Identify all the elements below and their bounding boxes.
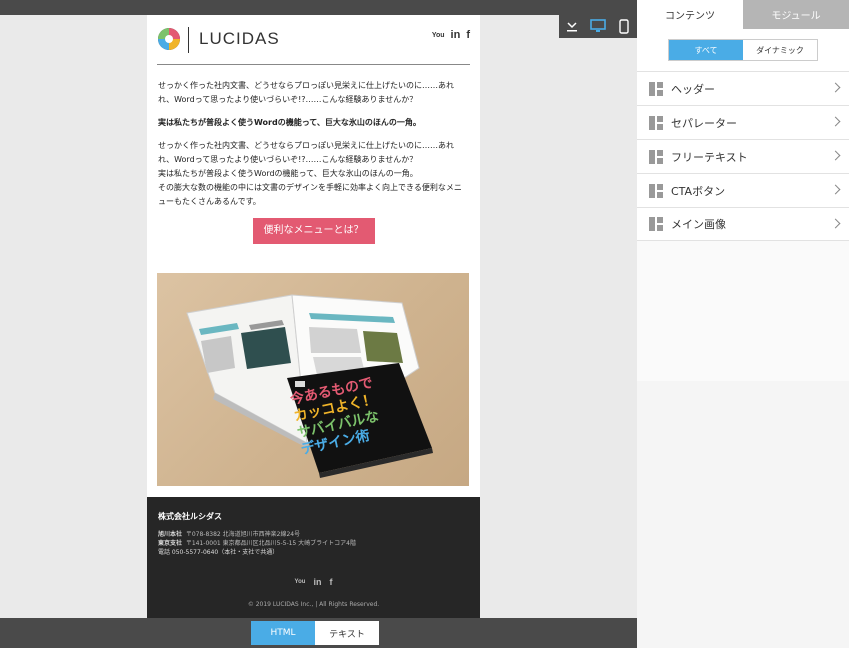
social-icons-footer: You in f <box>147 577 480 588</box>
bold-paragraph: 実は私たちが普段よく使うWordの機能って、巨大な氷山のほんの一角。 <box>158 118 421 127</box>
module-label: セパレーター <box>671 116 737 130</box>
panel-tabs: コンテンツ モジュール <box>637 0 849 29</box>
linkedin-icon[interactable]: in <box>313 577 321 588</box>
intro-paragraph: せっかく作った社内文書、どうせならプロっぽい見栄えに仕上げたいのに……あれれ、W… <box>158 81 454 104</box>
html-mode-button[interactable]: HTML <box>251 621 315 645</box>
module-item-cta-button[interactable]: CTAボタン <box>637 173 849 207</box>
module-item-main-image[interactable]: メイン画像 <box>637 207 849 241</box>
device-switcher <box>559 14 637 38</box>
module-label: CTAボタン <box>671 184 726 198</box>
tab-contents[interactable]: コンテンツ <box>637 0 743 29</box>
email-body-text: せっかく作った社内文書、どうせならプロっぽい見栄えに仕上げたいのに……あれれ、W… <box>147 65 480 209</box>
main-image: 今あるもので カッコよく！ サバイバルな デザイン術 <box>157 273 469 486</box>
chevron-right-icon <box>830 82 841 93</box>
linkedin-icon[interactable]: in <box>451 30 461 41</box>
bottom-bar: HTML テキスト <box>0 618 637 648</box>
module-icon <box>649 183 663 198</box>
detail-paragraph: せっかく作った社内文書、どうせならプロっぽい見栄えに仕上げたいのに……あれれ、W… <box>158 141 462 206</box>
module-icon <box>649 115 663 130</box>
facebook-icon[interactable]: f <box>329 577 332 588</box>
module-icon <box>649 149 663 164</box>
panel-empty-area <box>637 241 849 381</box>
module-icon <box>649 81 663 96</box>
phone-number: 電話 050-5577-0640（本社・支社で共通） <box>158 549 279 556</box>
module-list: ヘッダー セパレーター フリーテキスト CTAボタン メイン画像 <box>637 71 849 241</box>
side-panel: コンテンツ モジュール すべて ダイナミック ヘッダー セパレーター フリーテキ… <box>637 0 849 648</box>
chevron-right-icon <box>830 184 841 195</box>
download-icon[interactable] <box>561 16 583 36</box>
filter-all-button[interactable]: すべて <box>669 40 743 60</box>
youtube-icon[interactable]: You <box>295 577 306 588</box>
module-item-header[interactable]: ヘッダー <box>637 71 849 105</box>
chevron-right-icon <box>830 116 841 127</box>
filter-toggle: すべて ダイナミック <box>668 39 818 61</box>
lucidas-logo-icon <box>158 28 180 50</box>
cta-button[interactable]: 便利なメニューとは？ <box>252 218 375 244</box>
company-name: 株式会社ルシダス <box>158 512 222 521</box>
tab-modules[interactable]: モジュール <box>743 0 849 29</box>
format-toggle: HTML テキスト <box>251 621 379 645</box>
chevron-right-icon <box>830 150 841 161</box>
mobile-view-icon[interactable] <box>613 16 635 36</box>
module-icon <box>649 217 663 231</box>
email-header: LUCIDAS You in f <box>157 15 470 65</box>
text-mode-button[interactable]: テキスト <box>315 621 379 645</box>
filter-dynamic-button[interactable]: ダイナミック <box>743 40 817 60</box>
module-label: フリーテキスト <box>671 150 748 164</box>
address-tokyo: 東京支社 〒141-0001 東京都品川区北品川5-5-15 大崎ブライトコア4… <box>158 540 356 547</box>
copyright: © 2019 LUCIDAS Inc., | All Rights Reserv… <box>247 601 380 608</box>
logo-divider <box>188 27 189 53</box>
address-asahikawa: 旭川本社 〒078-8382 北海道旭川市西神楽2線24号 <box>158 531 301 538</box>
module-label: ヘッダー <box>671 82 715 96</box>
facebook-icon[interactable]: f <box>466 30 470 41</box>
logo-text: LUCIDAS <box>199 29 280 48</box>
module-item-free-text[interactable]: フリーテキスト <box>637 139 849 173</box>
top-toolbar <box>0 0 637 15</box>
email-preview: LUCIDAS You in f せっかく作った社内文書、どうせならプロっぽい見… <box>147 15 480 618</box>
desktop-view-icon[interactable] <box>587 16 609 36</box>
youtube-icon[interactable]: You <box>432 30 445 41</box>
chevron-right-icon <box>830 218 841 229</box>
cta-wrap: 便利なメニューとは？ <box>147 218 480 244</box>
filter-area: すべて ダイナミック <box>637 29 849 71</box>
social-icons-header: You in f <box>432 30 470 41</box>
preview-canvas: LUCIDAS You in f せっかく作った社内文書、どうせならプロっぽい見… <box>0 15 637 618</box>
module-label: メイン画像 <box>671 218 726 231</box>
email-footer: 株式会社ルシダス 旭川本社 〒078-8382 北海道旭川市西神楽2線24号 東… <box>147 497 480 618</box>
module-item-separator[interactable]: セパレーター <box>637 105 849 139</box>
